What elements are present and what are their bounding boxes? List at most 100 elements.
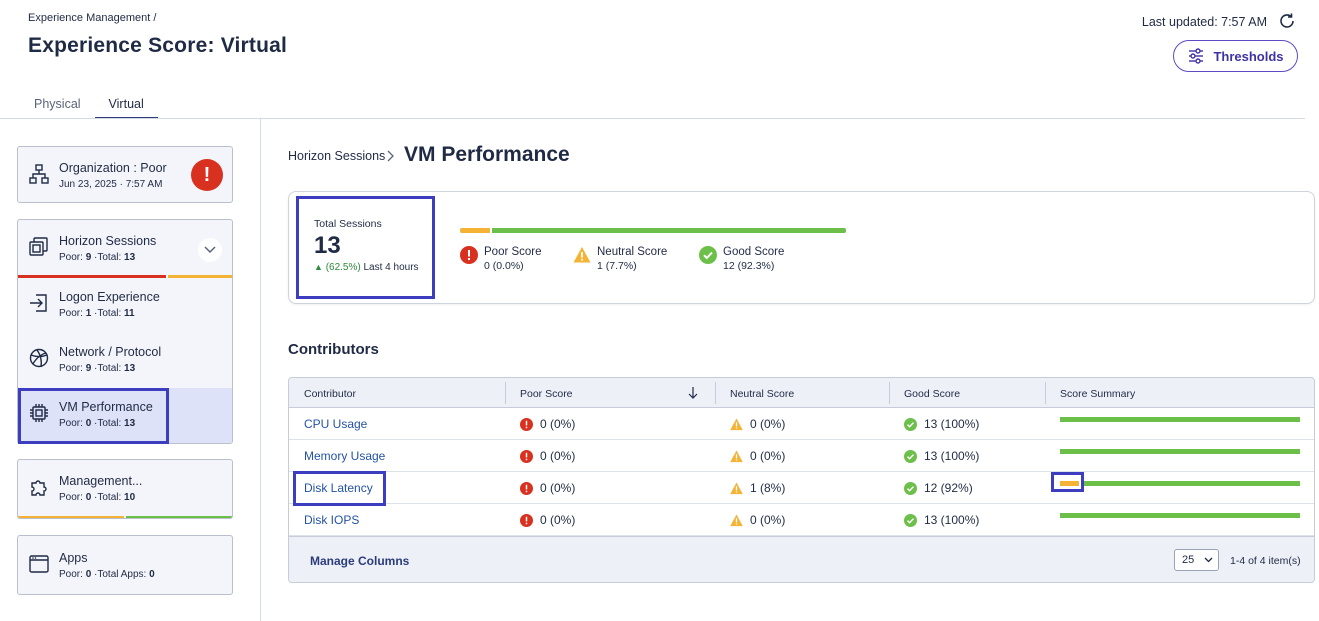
- score-bar-good: [1060, 513, 1300, 518]
- contributor-link[interactable]: CPU Usage: [304, 408, 367, 440]
- tab-physical[interactable]: Physical: [20, 95, 95, 119]
- good-score-value: 13 (100%): [924, 513, 980, 527]
- sidebar-item-apps[interactable]: Apps Poor: 0 ·Total Apps: 0: [17, 535, 233, 595]
- sidebar-item-organization[interactable]: Organization : Poor Jun 23, 2025 · 7:57 …: [17, 146, 233, 203]
- logon-title: Logon Experience: [59, 290, 160, 304]
- apps-title: Apps: [59, 551, 88, 565]
- sort-down-icon[interactable]: [687, 386, 699, 400]
- vm-title: VM Performance: [59, 400, 153, 414]
- poor-score-cell: 0 (0%): [520, 504, 575, 536]
- logon-total: 11: [124, 308, 135, 319]
- neutral-score-value: 1 (8%): [750, 481, 786, 495]
- neutral-score-cell: 1 (8%): [730, 472, 785, 504]
- page-size-value: 25: [1182, 554, 1195, 566]
- warning-triangle-icon: [573, 247, 591, 263]
- error-circle-icon: [520, 417, 533, 431]
- table-row[interactable]: Disk IOPS 0 (0%) 0 (0%) 13 (100%): [289, 504, 1314, 536]
- error-circle-icon: [520, 481, 533, 495]
- horizon-title: Horizon Sessions: [59, 234, 157, 248]
- vm-poor-label: Poor:: [59, 418, 83, 429]
- logon-total-label: ·Total:: [94, 308, 122, 319]
- contributor-link[interactable]: Disk IOPS: [304, 504, 359, 536]
- neutral-score-value: 0 (0%): [750, 513, 786, 527]
- error-circle-icon: [520, 513, 533, 527]
- header-score-summary[interactable]: Score Summary: [1060, 378, 1135, 408]
- total-sessions-label: Total Sessions: [314, 218, 382, 230]
- chip-icon: [28, 402, 50, 424]
- app-window-icon: [28, 553, 50, 575]
- header-good-score[interactable]: Good Score: [904, 378, 960, 408]
- legend-neutral-title: Neutral Score: [597, 246, 668, 258]
- table-row[interactable]: Disk Latency 0 (0%) 1 (8%) 12 (92%): [289, 472, 1314, 504]
- distribution-neutral-segment: [460, 228, 490, 233]
- contributors-table: Contributor Poor Score Neutral Score Goo…: [288, 377, 1315, 583]
- organization-title: Organization : Poor: [59, 161, 167, 175]
- page-size-select[interactable]: 25: [1174, 549, 1219, 571]
- header-neutral-score[interactable]: Neutral Score: [730, 378, 794, 408]
- check-circle-icon: [699, 246, 717, 264]
- chevron-down-icon: [204, 246, 216, 254]
- check-circle-icon: [904, 513, 917, 527]
- refresh-icon[interactable]: [1277, 11, 1297, 31]
- delta-period: Last 4 hours: [363, 262, 419, 273]
- puzzle-icon: [28, 476, 50, 498]
- sidebar-item-management[interactable]: Management... Poor: 0 ·Total: 10: [17, 459, 233, 519]
- sidebar-item-horizon-sessions[interactable]: Horizon Sessions Poor: 9 ·Total: 13: [18, 220, 232, 275]
- legend-poor-value: 0 (0.0%): [484, 260, 524, 272]
- hierarchy-icon: [28, 163, 50, 185]
- collapse-button[interactable]: [198, 238, 222, 262]
- alert-icon: !: [191, 159, 223, 191]
- tab-virtual[interactable]: Virtual: [94, 95, 158, 119]
- neutral-score-cell: 0 (0%): [730, 440, 785, 472]
- neutral-score-cell: 0 (0%): [730, 408, 785, 440]
- logon-poor: 1: [85, 308, 92, 319]
- table-row[interactable]: Memory Usage 0 (0%) 0 (0%) 13 (100%): [289, 440, 1314, 472]
- contributor-link[interactable]: Memory Usage: [304, 440, 385, 472]
- warning-triangle-icon: [730, 513, 743, 526]
- neutral-score-value: 0 (0%): [750, 417, 786, 431]
- page-title: Experience Score: Virtual: [28, 34, 288, 57]
- tab-bar: Physical Virtual: [20, 95, 158, 119]
- sidebar-item-network-protocol[interactable]: Network / Protocol Poor: 9 ·Total: 13: [18, 333, 232, 388]
- table-row[interactable]: CPU Usage 0 (0%) 0 (0%) 13 (100%): [289, 408, 1314, 440]
- management-total: 10: [124, 492, 136, 503]
- good-score-value: 13 (100%): [924, 417, 980, 431]
- horizon-poor-label: Poor:: [59, 252, 83, 263]
- poor-score-cell: 0 (0%): [520, 440, 575, 472]
- distribution-good-segment: [492, 228, 846, 233]
- vm-total: 13: [124, 418, 136, 429]
- table-footer: Manage Columns 25 1-4 of 4 item(s): [289, 536, 1314, 582]
- error-circle-icon: [460, 246, 478, 264]
- vm-poor: 0: [85, 418, 92, 429]
- good-score-cell: 12 (92%): [904, 472, 973, 504]
- apps-total-label: ·Total Apps:: [94, 569, 147, 580]
- login-icon: [28, 292, 50, 314]
- header-poor-score[interactable]: Poor Score: [520, 378, 573, 408]
- poor-score-cell: 0 (0%): [520, 472, 575, 504]
- thresholds-button[interactable]: Thresholds: [1173, 40, 1298, 72]
- contributors-title: Contributors: [288, 341, 379, 358]
- network-poor-label: Poor:: [59, 363, 83, 374]
- good-score-value: 12 (92%): [924, 481, 973, 495]
- summary-card: [288, 191, 1315, 304]
- header-contributor[interactable]: Contributor: [304, 378, 356, 408]
- breadcrumb[interactable]: Experience Management /: [28, 12, 156, 24]
- contributor-link[interactable]: Disk Latency: [304, 472, 373, 504]
- legend-good-value: 12 (92.3%): [723, 260, 775, 272]
- good-score-value: 13 (100%): [924, 449, 980, 463]
- warning-triangle-icon: [730, 449, 743, 462]
- network-poor: 9: [85, 363, 92, 374]
- sidebar-item-vm-performance[interactable]: VM Performance Poor: 0 ·Total: 13: [18, 388, 232, 443]
- management-poor-label: Poor:: [59, 492, 83, 503]
- good-score-cell: 13 (100%): [904, 504, 979, 536]
- crumb-horizon-sessions[interactable]: Horizon Sessions: [288, 149, 385, 163]
- tabs-divider: [0, 118, 1305, 119]
- sidebar-item-logon-experience[interactable]: Logon Experience Poor: 1 ·Total: 11: [18, 278, 232, 333]
- check-circle-icon: [904, 449, 917, 463]
- legend-good-title: Good Score: [723, 246, 785, 258]
- score-bar-neutral: [1060, 481, 1079, 486]
- manage-columns-button[interactable]: Manage Columns: [310, 554, 409, 568]
- network-title: Network / Protocol: [59, 345, 162, 359]
- trend-up-icon: ▲: [314, 262, 323, 272]
- vm-total-label: ·Total:: [94, 418, 122, 429]
